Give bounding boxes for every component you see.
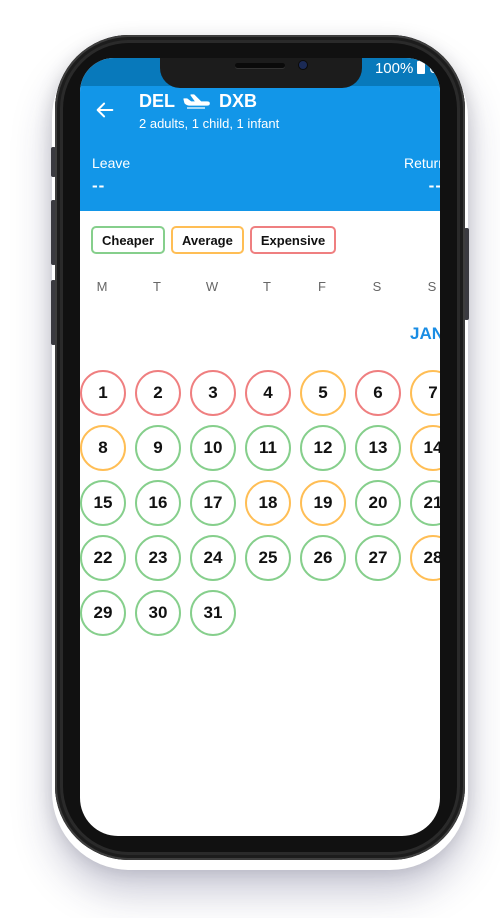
return-date-value[interactable]: -- [429, 176, 440, 196]
legend-expensive: Expensive [249, 226, 337, 254]
app-screen: 100% 09 DEL DXB 2 adults, 1 child, 1 infa… [80, 58, 440, 836]
calendar-day[interactable]: 21 [410, 480, 440, 526]
calendar-day[interactable]: 7 [410, 370, 440, 416]
calendar-day[interactable]: 4 [245, 370, 291, 416]
calendar-day[interactable]: 8 [80, 425, 126, 471]
status-indicators: 100% 09 [374, 59, 440, 77]
calendar-day[interactable]: 12 [300, 425, 346, 471]
calendar-day[interactable]: 5 [300, 370, 346, 416]
speaker-grille [235, 63, 285, 68]
back-arrow-icon[interactable] [94, 99, 116, 121]
calendar-day[interactable]: 17 [190, 480, 236, 526]
front-camera [299, 61, 307, 69]
weekday-label: F [318, 279, 326, 294]
calendar-day[interactable]: 2 [135, 370, 181, 416]
calendar-day[interactable]: 19 [300, 480, 346, 526]
weekday-label: W [205, 279, 219, 294]
weekday-label: S [427, 279, 437, 294]
price-legend: Cheaper Average Expensive [91, 226, 337, 254]
calendar-day[interactable]: 22 [80, 535, 126, 581]
battery-icon [417, 59, 426, 74]
calendar-day[interactable]: 24 [190, 535, 236, 581]
calendar-day[interactable]: 20 [355, 480, 401, 526]
calendar-day[interactable]: 26 [300, 535, 346, 581]
calendar-day[interactable]: 27 [355, 535, 401, 581]
route-title: DEL DXB [139, 91, 257, 112]
calendar-day[interactable]: 28 [410, 535, 440, 581]
camera-notch [160, 58, 362, 88]
destination-code: DXB [219, 91, 258, 111]
airplane-icon [183, 93, 210, 109]
weekday-header: M T W T F S S [80, 279, 440, 297]
origin-code: DEL [139, 91, 175, 111]
calendar-day[interactable]: 9 [135, 425, 181, 471]
calendar-day[interactable]: 10 [190, 425, 236, 471]
calendar-day[interactable]: 3 [190, 370, 236, 416]
calendar-day[interactable]: 11 [245, 425, 291, 471]
flight-header: DEL DXB 2 adults, 1 child, 1 infant Leav… [80, 86, 440, 239]
weekday-label: S [372, 279, 382, 294]
calendar-day[interactable]: 23 [135, 535, 181, 581]
clock: 09 [429, 60, 440, 77]
leave-tab-label[interactable]: Leave [92, 155, 130, 171]
calendar-day[interactable]: 14 [410, 425, 440, 471]
calendar-day[interactable]: 18 [245, 480, 291, 526]
calendar-day[interactable]: 1 [80, 370, 126, 416]
calendar-day[interactable]: 6 [355, 370, 401, 416]
leave-date-value[interactable]: -- [92, 176, 105, 196]
return-tab-label[interactable]: Return [404, 155, 440, 171]
weekday-label: T [153, 279, 161, 294]
calendar-day[interactable]: 15 [80, 480, 126, 526]
passenger-summary: 2 adults, 1 child, 1 infant [139, 116, 280, 131]
calendar-day[interactable]: 29 [80, 590, 126, 636]
calendar-day[interactable]: 25 [245, 535, 291, 581]
calendar-day[interactable]: 31 [190, 590, 236, 636]
weekday-label: M [96, 279, 108, 294]
battery-percentage: 100% [374, 60, 414, 77]
calendar-day[interactable]: 16 [135, 480, 181, 526]
calendar-day[interactable]: 30 [135, 590, 181, 636]
month-label: JAN [410, 324, 440, 343]
legend-cheaper: Cheaper [91, 226, 166, 254]
weekday-label: T [263, 279, 271, 294]
legend-average: Average [171, 226, 244, 254]
calendar-day[interactable]: 13 [355, 425, 401, 471]
